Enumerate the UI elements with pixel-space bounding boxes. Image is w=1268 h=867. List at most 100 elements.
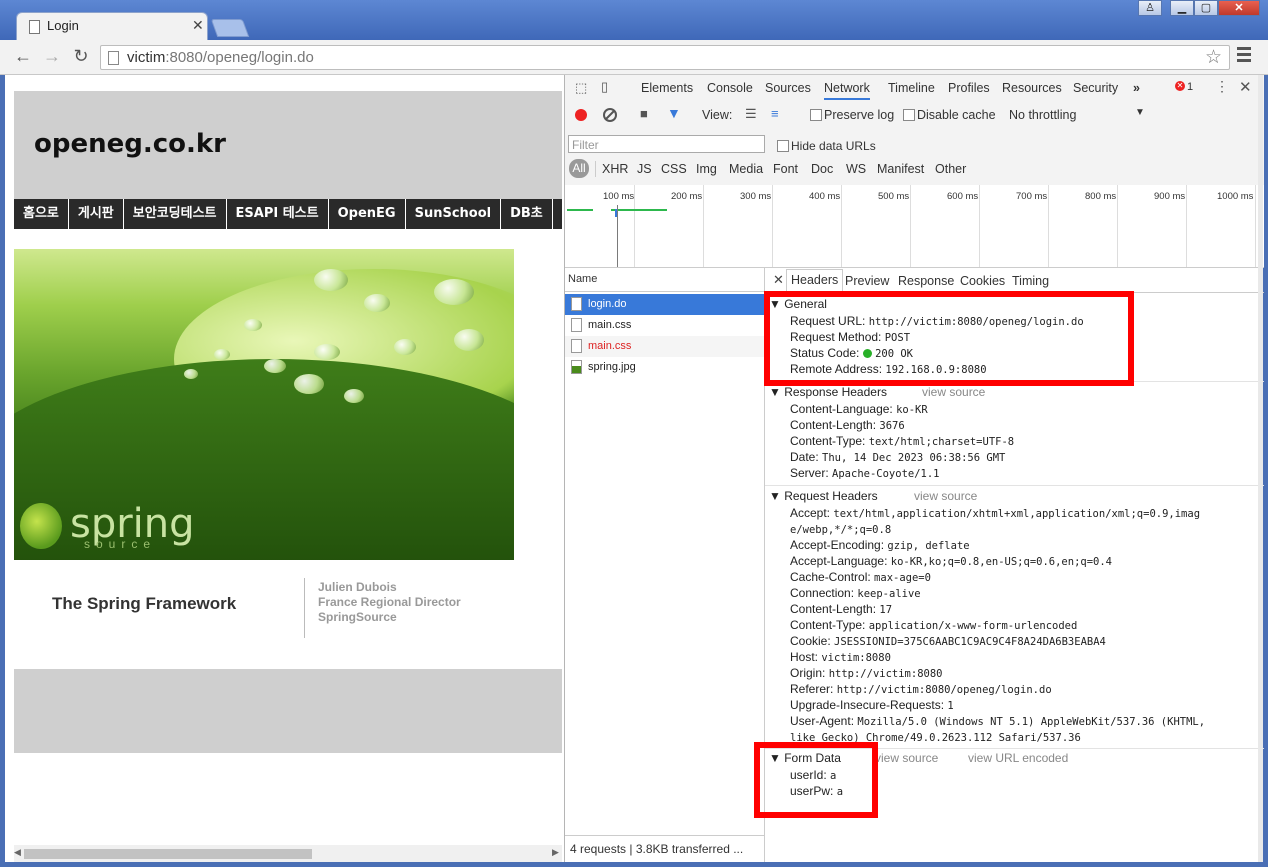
filter-type-xhr[interactable]: XHR bbox=[602, 162, 628, 176]
hide-data-urls-checkbox[interactable] bbox=[777, 140, 789, 152]
page-icon bbox=[108, 51, 119, 65]
address-bar[interactable]: victim:8080/openeg/login.do ☆ bbox=[100, 45, 1230, 70]
tab-security[interactable]: Security bbox=[1073, 81, 1118, 95]
tab-profiles[interactable]: Profiles bbox=[948, 81, 990, 95]
header-row: Accept: text/html,application/xhtml+xml,… bbox=[790, 506, 1201, 520]
vertical-scrollbar[interactable] bbox=[1258, 75, 1263, 862]
tab-resources[interactable]: Resources bbox=[1002, 81, 1062, 95]
tab-elements[interactable]: Elements bbox=[641, 81, 693, 95]
filter-type-media[interactable]: Media bbox=[729, 162, 763, 176]
devtools-close-icon[interactable]: ✕ bbox=[1239, 78, 1252, 96]
highlight-box-form-data bbox=[754, 742, 878, 818]
view-label: View: bbox=[702, 108, 733, 122]
scrollbar-thumb[interactable] bbox=[24, 849, 312, 859]
horizontal-scrollbar[interactable]: ◀ ▶ bbox=[14, 845, 562, 862]
spring-banner-image: spring source bbox=[14, 249, 514, 560]
credit-role: France Regional Director bbox=[318, 595, 461, 609]
nav-item-openeg[interactable]: OpenEG bbox=[329, 199, 406, 229]
request-row[interactable]: spring.jpg bbox=[565, 357, 764, 378]
view-url-encoded-link[interactable]: view URL encoded bbox=[968, 751, 1068, 765]
scroll-left-icon[interactable]: ◀ bbox=[14, 847, 21, 858]
tab-sources[interactable]: Sources bbox=[765, 81, 811, 95]
network-summary: 4 requests | 3.8KB transferred ... bbox=[565, 835, 764, 862]
tab-headers[interactable]: Headers bbox=[786, 269, 844, 292]
filter-type-other[interactable]: Other bbox=[935, 162, 966, 176]
user-icon[interactable]: ♙ bbox=[1138, 0, 1162, 16]
view-source-link[interactable]: view source bbox=[922, 385, 985, 399]
large-rows-icon[interactable]: ☰ bbox=[745, 106, 757, 122]
credit-name: Julien Dubois bbox=[318, 580, 397, 594]
response-headers-section-header[interactable]: ▼ Response Headers bbox=[769, 385, 887, 399]
tab-timeline[interactable]: Timeline bbox=[888, 81, 935, 95]
window-frame bbox=[0, 862, 1268, 867]
filter-type-manifest[interactable]: Manifest bbox=[877, 162, 924, 176]
clear-icon[interactable] bbox=[603, 108, 617, 122]
back-arrow-icon[interactable]: ← bbox=[12, 45, 34, 67]
nav-item-esapi-test[interactable]: ESAPI 테스트 bbox=[227, 199, 329, 229]
header-row: Host: victim:8080 bbox=[790, 650, 891, 664]
nav-item-secure-coding-test[interactable]: 보안코딩테스트 bbox=[124, 199, 227, 229]
device-mode-icon[interactable]: ▯ bbox=[601, 79, 608, 95]
window-titlebar: Login ✕ ♙ ▁ ▢ ✕ bbox=[0, 0, 1268, 40]
tab-network[interactable]: Network bbox=[824, 81, 870, 100]
timeline-tick-label: 300 ms bbox=[740, 191, 772, 202]
document-icon bbox=[571, 297, 582, 312]
request-row[interactable]: main.css bbox=[565, 315, 764, 336]
record-icon[interactable] bbox=[575, 109, 587, 121]
view-source-link[interactable]: view source bbox=[875, 751, 938, 765]
request-row[interactable]: main.css bbox=[565, 336, 764, 357]
filter-funnel-icon[interactable]: ▼ bbox=[667, 105, 681, 121]
view-source-link[interactable]: view source bbox=[914, 489, 977, 503]
filter-type-img[interactable]: Img bbox=[696, 162, 717, 176]
chevron-down-icon[interactable]: ▼ bbox=[1135, 107, 1145, 118]
error-count[interactable]: 1 bbox=[1187, 81, 1193, 93]
minimize-button[interactable]: ▁ bbox=[1170, 0, 1194, 16]
devtools-menu-icon[interactable]: ⋮ bbox=[1215, 78, 1229, 95]
filter-type-font[interactable]: Font bbox=[773, 162, 798, 176]
maximize-button[interactable]: ▢ bbox=[1194, 0, 1218, 16]
filter-input[interactable]: Filter bbox=[568, 135, 765, 153]
scroll-right-icon[interactable]: ▶ bbox=[552, 847, 559, 858]
page-icon bbox=[29, 20, 40, 34]
request-row[interactable]: login.do bbox=[565, 294, 764, 315]
tab-timing[interactable]: Timing bbox=[1012, 274, 1049, 288]
throttling-select[interactable]: No throttling bbox=[1009, 108, 1076, 122]
tab-cookies[interactable]: Cookies bbox=[960, 274, 1005, 288]
browser-tab[interactable]: Login ✕ bbox=[16, 12, 208, 40]
more-tabs-button[interactable]: » bbox=[1133, 81, 1140, 95]
request-headers-section-header[interactable]: ▼ Request Headers bbox=[769, 489, 878, 503]
reload-icon[interactable]: ↻ bbox=[70, 45, 92, 67]
filter-type-js[interactable]: JS bbox=[637, 162, 652, 176]
header-row: Server: Apache-Coyote/1.1 bbox=[790, 466, 940, 480]
menu-icon[interactable] bbox=[1237, 47, 1251, 63]
filter-type-css[interactable]: CSS bbox=[661, 162, 687, 176]
tab-console[interactable]: Console bbox=[707, 81, 753, 95]
nav-item-board[interactable]: 게시판 bbox=[69, 199, 124, 229]
nav-item-db[interactable]: DB초 bbox=[501, 199, 553, 229]
tab-preview[interactable]: Preview bbox=[845, 274, 889, 288]
tab-response[interactable]: Response bbox=[898, 274, 954, 288]
inspect-element-icon[interactable]: ⬚ bbox=[575, 80, 587, 96]
credits: The Spring Framework Julien Dubois Franc… bbox=[14, 570, 562, 650]
filter-type-ws[interactable]: WS bbox=[846, 162, 866, 176]
nav-item-home[interactable]: 홈으로 bbox=[14, 199, 69, 229]
filter-type-doc[interactable]: Doc bbox=[811, 162, 833, 176]
filter-type-all[interactable]: All bbox=[569, 159, 589, 178]
site-nav: 홈으로 게시판 보안코딩테스트 ESAPI 테스트 OpenEG SunSchool DB초 bbox=[14, 199, 562, 229]
header-row: Accept-Encoding: gzip, deflate bbox=[790, 538, 970, 552]
window-close-button[interactable]: ✕ bbox=[1218, 0, 1260, 16]
close-tab-icon[interactable]: ✕ bbox=[192, 17, 204, 34]
name-column-header[interactable]: Name bbox=[565, 267, 765, 292]
nav-item-sunschool[interactable]: SunSchool bbox=[406, 199, 502, 229]
close-detail-icon[interactable]: ✕ bbox=[773, 272, 784, 288]
preserve-log-checkbox[interactable] bbox=[810, 109, 822, 121]
new-tab-button[interactable] bbox=[210, 19, 250, 37]
disable-cache-checkbox[interactable] bbox=[903, 109, 915, 121]
network-overview-timeline[interactable]: 100 ms 200 ms 300 ms 400 ms 500 ms 600 m… bbox=[565, 185, 1264, 268]
devtools-panel: ⬚ ▯ Elements Console Sources Network Tim… bbox=[564, 75, 1264, 862]
bookmark-star-icon[interactable]: ☆ bbox=[1205, 46, 1222, 69]
forward-arrow-icon[interactable]: → bbox=[41, 45, 63, 67]
detail-tab-bar: ✕ Headers Preview Response Cookies Timin… bbox=[765, 267, 1264, 293]
screenshot-camera-icon[interactable]: ■ bbox=[640, 106, 648, 121]
waterfall-overview-icon[interactable]: ≡ bbox=[771, 106, 779, 121]
